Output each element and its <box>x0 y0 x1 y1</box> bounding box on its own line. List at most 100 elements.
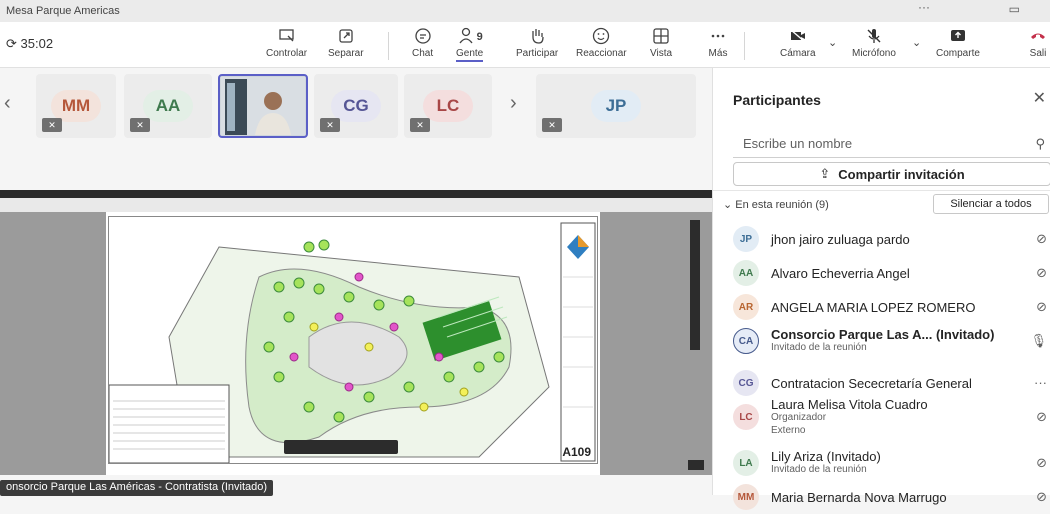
control-button[interactable]: Controlar <box>266 26 307 66</box>
meeting-timer: ⟳ 35:02 <box>6 36 54 51</box>
chevron-down-icon: ⌄ <box>723 199 733 211</box>
minimize-icon[interactable]: ▭ <box>1009 2 1020 16</box>
participant-info: jhon jairo zuluaga pardo <box>771 233 1050 246</box>
participant-info: Alvaro Echeverria Angel <box>771 267 1050 280</box>
participant-name: Maria Bernarda Nova Marrugo <box>771 489 947 505</box>
search-icon: ⚲ <box>1035 136 1045 151</box>
participant-info: Contratacion Sececretaría General <box>771 377 1050 390</box>
participant-name: Contratacion Sececretaría General <box>771 375 972 391</box>
more-button[interactable]: Más <box>708 26 728 66</box>
shared-app-titlebar <box>0 190 712 198</box>
participant-name: Alvaro Echeverria Angel <box>771 265 910 281</box>
participant-name: Laura Melisa Vitola Cuadro <box>771 396 928 412</box>
participant-tiles: ‹ MM ✕ AA ✕ CG ✕ LC ✕ › JP ✕ <box>0 68 712 144</box>
participant-info: Laura Melisa Vitola Cuadro Organizador Ext… <box>771 398 1050 437</box>
window-more-icon[interactable]: ··· <box>918 0 930 14</box>
participant-row[interactable]: LA Lily Ariza (Invitado) Invitado de la re… <box>733 446 1050 480</box>
people-button[interactable]: 9 Gente <box>456 26 484 66</box>
window-titlebar: Mesa Parque Americas ··· ▭ <box>0 0 1050 22</box>
avatar: LA <box>733 450 759 476</box>
participant-row[interactable]: JP jhon jairo zuluaga pardo ⊘ <box>733 222 1050 256</box>
meeting-toolbar: ⟳ 35:02 Controlar Separar Chat 9 Gente P… <box>0 22 1050 68</box>
smile-icon <box>593 27 610 45</box>
mic-off-icon[interactable]: ⊘ <box>1036 299 1047 315</box>
avatar: CG <box>733 370 759 396</box>
participant-role: Organizador <box>771 411 827 423</box>
popout-button[interactable]: Separar <box>328 26 364 66</box>
mic-off-icon[interactable]: ⊘ <box>1036 231 1047 247</box>
panel-title: Participantes <box>733 92 821 108</box>
mic-off-icon[interactable]: ⊘ <box>1036 489 1047 505</box>
shared-canvas-margin <box>600 212 712 475</box>
mic-off-icon: ✕ <box>542 118 562 132</box>
share-button[interactable]: Comparte <box>936 26 980 66</box>
participant-row[interactable]: CA Consorcio Parque Las A... (Invitado) In… <box>733 324 1050 358</box>
avatar: AA <box>733 260 759 286</box>
meeting-stage: ‹ MM ✕ AA ✕ CG ✕ LC ✕ › JP ✕ A109 onsorc… <box>0 68 712 496</box>
shared-screen[interactable]: A109 <box>0 190 712 475</box>
window-title: Mesa Parque Americas <box>6 5 120 17</box>
cad-view-toolbar[interactable] <box>284 440 398 454</box>
participant-tile[interactable]: CG ✕ <box>314 74 398 138</box>
avatar: JP <box>733 226 759 252</box>
mic-button[interactable]: Micrófono <box>852 26 896 66</box>
hangup-icon <box>1031 33 1045 39</box>
share-invite-button[interactable]: ⇪ Compartir invitación <box>733 162 1050 186</box>
mic-off-icon[interactable]: ⊘ <box>1036 409 1047 425</box>
chat-button[interactable]: Chat <box>412 26 433 66</box>
search-participants-input[interactable]: Escribe un nombre ⚲ <box>733 130 1050 158</box>
participant-tile[interactable]: JP ✕ <box>536 74 696 138</box>
raise-hand-button[interactable]: Participar <box>516 26 558 66</box>
camera-button[interactable]: Cámara <box>780 26 816 66</box>
react-button[interactable]: Reaccionar <box>576 26 627 66</box>
avatar: MM <box>733 484 759 510</box>
people-count: 9 <box>476 31 483 43</box>
people-icon <box>459 27 473 44</box>
site-plan-image <box>108 217 597 464</box>
avatar: LC <box>423 90 473 122</box>
presenter-label: onsorcio Parque Las Américas - Contratis… <box>0 480 274 496</box>
participant-name: jhon jairo zuluaga pardo <box>771 231 910 247</box>
participant-row[interactable]: CG Contratacion Sececretaría General ··· <box>733 366 1050 400</box>
share-icon <box>950 30 965 41</box>
participant-info: Lily Ariza (Invitado) Invitado de la reun… <box>771 450 1050 476</box>
more-icon[interactable]: ··· <box>1034 375 1047 390</box>
video-feed <box>221 77 305 135</box>
participant-row[interactable]: LC Laura Melisa Vitola Cuadro Organizador E… <box>733 398 1050 437</box>
participant-info: ANGELA MARIA LOPEZ ROMERO <box>771 301 1050 314</box>
search-placeholder: Escribe un nombre <box>743 136 853 151</box>
share-arrow-icon: ⇪ <box>819 166 831 181</box>
camera-off-icon <box>790 29 806 43</box>
close-icon[interactable]: ✕ <box>1033 88 1046 108</box>
mic-off-icon <box>867 29 881 43</box>
toolbar-divider <box>744 32 745 60</box>
mute-all-button[interactable]: Silenciar a todos <box>933 194 1049 214</box>
participant-row[interactable]: AA Alvaro Echeverria Angel ⊘ <box>733 256 1050 290</box>
more-icon <box>711 34 725 38</box>
participant-video-tile[interactable] <box>218 74 308 138</box>
participant-row[interactable]: MM Maria Bernarda Nova Marrugo ⊘ <box>733 480 1050 514</box>
mic-off-icon: ✕ <box>320 118 340 132</box>
participant-row[interactable]: AR ANGELA MARIA LOPEZ ROMERO ⊘ <box>733 290 1050 324</box>
participant-info: Maria Bernarda Nova Marrugo <box>771 491 1050 504</box>
avatar: AA <box>143 90 193 122</box>
participant-tile[interactable]: MM ✕ <box>36 74 116 138</box>
grid-icon <box>653 28 669 44</box>
scroll-left-arrow-icon[interactable]: ‹ <box>4 92 11 115</box>
mic-on-icon[interactable]: 🎙 <box>1030 333 1047 349</box>
mic-off-icon[interactable]: ⊘ <box>1036 455 1047 471</box>
control-icon <box>278 29 294 42</box>
view-button[interactable]: Vista <box>650 26 672 66</box>
participant-tile[interactable]: LC ✕ <box>404 74 492 138</box>
shared-app-tabbar <box>0 198 712 212</box>
participant-name: ANGELA MARIA LOPEZ ROMERO <box>771 299 976 315</box>
in-meeting-section-toggle[interactable]: ⌄ En esta reunión (9) <box>723 198 829 211</box>
avatar: CA <box>733 328 759 354</box>
mic-off-icon[interactable]: ⊘ <box>1036 265 1047 281</box>
leave-button[interactable]: Sali <box>1028 26 1048 66</box>
scroll-right-arrow-icon[interactable]: › <box>510 92 517 115</box>
participant-tile[interactable]: AA ✕ <box>124 74 212 138</box>
raise-hand-icon <box>532 29 544 44</box>
sheet-number: A109 <box>562 445 591 459</box>
avatar: LC <box>733 404 759 430</box>
